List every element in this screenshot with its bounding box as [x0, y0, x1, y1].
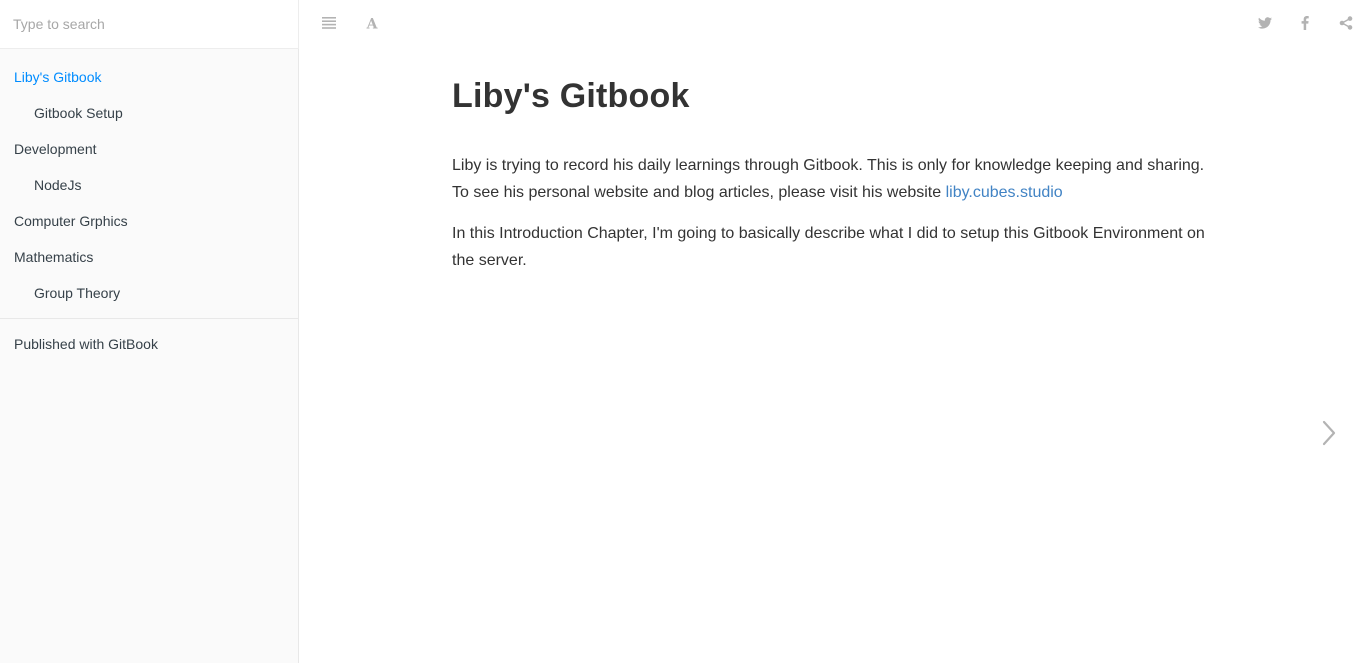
chapter-paragraph: In this Introduction Chapter, I'm going … [452, 225, 1205, 269]
font-settings-icon[interactable]: A [362, 13, 382, 33]
svg-text:A: A [366, 17, 379, 31]
published-with-gitbook-link[interactable]: Published with GitBook [0, 326, 298, 362]
sidebar-divider [0, 318, 298, 319]
facebook-icon[interactable] [1295, 13, 1315, 33]
page-content: Liby's Gitbook Liby is trying to record … [452, 74, 1222, 274]
sidebar-item-development[interactable]: Development [0, 131, 298, 167]
sidebar-item-computer-graphics[interactable]: Computer Grphics [0, 203, 298, 239]
intro-paragraph-text: Liby is trying to record his daily learn… [452, 157, 1205, 201]
search-box [0, 0, 299, 49]
sidebar-item-nodejs[interactable]: NodeJs [0, 167, 298, 203]
twitter-icon[interactable] [1255, 13, 1275, 33]
page-title: Liby's Gitbook [452, 77, 690, 115]
summary-nav: Liby's Gitbook Gitbook Setup Development… [0, 49, 298, 362]
next-page-arrow[interactable] [1316, 418, 1342, 448]
sidebar: Liby's Gitbook Gitbook Setup Development… [0, 0, 299, 663]
search-input[interactable] [0, 0, 298, 48]
sidebar-item-group-theory[interactable]: Group Theory [0, 275, 298, 311]
chevron-right-icon [1322, 420, 1336, 446]
sidebar-item-gitbook-setup[interactable]: Gitbook Setup [0, 95, 298, 131]
menu-icon[interactable] [319, 13, 339, 33]
sidebar-item-mathematics[interactable]: Mathematics [0, 239, 298, 275]
gitbook-app: Liby's Gitbook Gitbook Setup Development… [0, 0, 1371, 663]
header-toolbar: A [299, 0, 1371, 46]
intro-paragraph: Liby is trying to record his daily learn… [452, 152, 1222, 206]
website-link[interactable]: liby.cubes.studio [946, 184, 1063, 201]
share-icon[interactable] [1336, 13, 1356, 33]
sidebar-item-libys-gitbook[interactable]: Liby's Gitbook [0, 59, 298, 95]
